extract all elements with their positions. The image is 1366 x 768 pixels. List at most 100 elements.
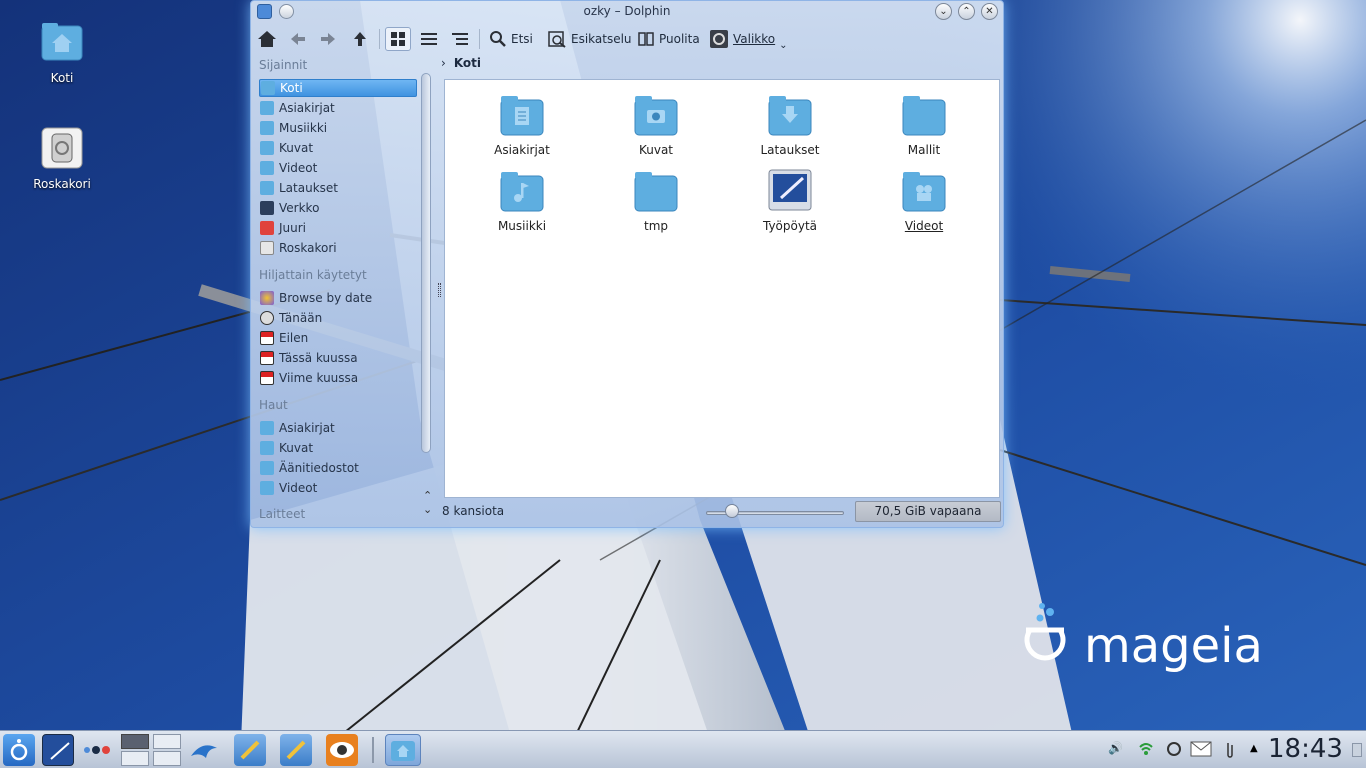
place-item-pictures[interactable]: Kuvat <box>259 139 417 157</box>
folder-item[interactable]: Mallit <box>869 92 979 157</box>
place-item-browse-by-date[interactable]: Browse by date <box>259 289 417 307</box>
documents-folder-icon <box>260 101 274 115</box>
folder-item[interactable]: Asiakirjat <box>467 92 577 157</box>
dolphin-launcher[interactable] <box>188 734 220 766</box>
split-label: Puolita <box>659 32 700 46</box>
volume-icon[interactable]: 🔊 <box>1108 741 1123 755</box>
file-name: Mallit <box>907 143 941 157</box>
preview-button[interactable]: Esikatselu <box>547 27 632 51</box>
screenshot-launcher[interactable] <box>326 734 358 766</box>
place-item-search-documents[interactable]: Asiakirjat <box>259 419 417 437</box>
pager-desktop-1[interactable] <box>121 734 149 749</box>
menu-button[interactable]: Valikko ⌄ <box>709 27 788 51</box>
desktop-icon-trash[interactable]: Roskakori <box>17 126 107 191</box>
search-button[interactable]: Etsi <box>489 27 533 51</box>
zoom-slider-handle[interactable] <box>725 504 739 518</box>
place-item-search-videos[interactable]: Videot <box>259 479 417 497</box>
place-item-search-images[interactable]: Kuvat <box>259 439 417 457</box>
file-name: Työpöytä <box>762 219 818 233</box>
mail-icon[interactable] <box>1190 741 1212 760</box>
compact-view-button[interactable] <box>419 27 439 51</box>
pager-desktop-2[interactable] <box>153 734 181 749</box>
section-header-recent: Hiljattain käytetyt <box>259 268 367 282</box>
folder-item[interactable]: Musiikki <box>467 168 577 233</box>
place-item-yesterday[interactable]: Eilen <box>259 329 417 347</box>
window-titlebar[interactable]: ozky – Dolphin ⌄ ⌃ ✕ <box>251 1 1003 23</box>
folder-item[interactable]: Kuvat <box>601 92 711 157</box>
home-icon <box>258 31 276 47</box>
taskbar-separator <box>372 737 374 763</box>
breadcrumb-arrow-icon: › <box>441 56 446 70</box>
calendar-browse-icon <box>260 291 274 305</box>
downloads-folder-icon <box>260 181 274 195</box>
task-dolphin-window[interactable] <box>385 734 421 766</box>
split-button[interactable]: Puolita <box>637 27 700 51</box>
desktop-icon-home[interactable]: Koti <box>17 20 107 85</box>
pager-desktop-4[interactable] <box>153 751 181 766</box>
chevron-down-icon: ⌄ <box>779 39 788 51</box>
breadcrumb-item-home[interactable]: Koti <box>454 56 481 70</box>
back-button[interactable] <box>289 27 307 51</box>
folder-item[interactable]: Lataukset <box>735 92 845 157</box>
maximize-button[interactable]: ⌃ <box>958 3 975 20</box>
place-item-last-month[interactable]: Viime kuussa <box>259 369 417 387</box>
place-item-downloads[interactable]: Lataukset <box>259 179 417 197</box>
minimize-button[interactable]: ⌄ <box>935 3 952 20</box>
pictures-folder-icon <box>260 141 274 155</box>
clock[interactable]: 18:43 <box>1268 734 1343 764</box>
attachment-icon[interactable] <box>1224 741 1236 762</box>
scroll-down-arrow[interactable]: ⌄ <box>423 503 432 516</box>
place-item-network[interactable]: Verkko <box>259 199 417 217</box>
split-view-icon <box>638 32 654 46</box>
up-button[interactable] <box>351 27 369 51</box>
panel-toolbox-icon[interactable] <box>1352 743 1362 757</box>
show-hidden-icons-arrow[interactable]: ▲ <box>1250 743 1258 754</box>
desktop-icon <box>50 742 70 760</box>
place-item-videos[interactable]: Videot <box>259 159 417 177</box>
music-folder-icon <box>260 461 274 475</box>
place-item-this-month[interactable]: Tässä kuussa <box>259 349 417 367</box>
folder-item[interactable]: tmp <box>601 168 711 233</box>
place-item-search-audio[interactable]: Äänitiedostot <box>259 459 417 477</box>
home-icon <box>261 81 275 95</box>
home-button[interactable] <box>257 27 277 51</box>
places-scrollbar[interactable] <box>421 73 431 453</box>
details-view-button[interactable] <box>450 27 470 51</box>
place-item-music[interactable]: Musiikki <box>259 119 417 137</box>
window-title: ozky – Dolphin <box>583 4 671 18</box>
system-settings-launcher[interactable] <box>234 734 266 766</box>
control-center-launcher[interactable] <box>280 734 312 766</box>
music-folder-icon <box>260 121 274 135</box>
place-item-trash[interactable]: Roskakori <box>259 239 417 257</box>
desktop-icon-label: Koti <box>50 71 74 85</box>
calendar-icon <box>260 331 274 345</box>
place-item-today[interactable]: Tänään <box>259 309 417 327</box>
clipboard-icon[interactable] <box>1166 741 1182 760</box>
place-item-documents[interactable]: Asiakirjat <box>259 99 417 117</box>
icons-view-button[interactable] <box>385 27 411 51</box>
panel-splitter-handle[interactable] <box>438 283 441 297</box>
close-button[interactable]: ✕ <box>981 3 998 20</box>
application-launcher-button[interactable] <box>3 734 35 766</box>
wrench-icon <box>286 740 306 760</box>
file-name: Lataukset <box>760 143 820 157</box>
place-item-home[interactable]: Koti <box>259 79 417 97</box>
file-view[interactable]: Asiakirjat Kuvat Lataukset Mallit Musiik… <box>444 79 1000 498</box>
folder-item[interactable]: Työpöytä <box>735 168 845 233</box>
breadcrumb: › Koti <box>441 56 481 70</box>
show-desktop-button[interactable] <box>42 734 74 766</box>
scroll-up-arrow[interactable]: ⌃ <box>423 489 432 502</box>
forward-button[interactable] <box>319 27 337 51</box>
place-item-root[interactable]: Juuri <box>259 219 417 237</box>
pager-desktop-3[interactable] <box>121 751 149 766</box>
music-folder-icon <box>500 172 544 212</box>
arrow-right-icon <box>321 33 335 45</box>
trash-icon <box>260 241 274 255</box>
status-summary: 8 kansiota <box>442 504 505 518</box>
activity-dots-icon[interactable] <box>82 745 114 755</box>
section-header-locations: Sijainnit <box>259 58 308 72</box>
network-signal-icon[interactable] <box>1138 741 1154 760</box>
pictures-folder-icon <box>260 441 274 455</box>
folder-item[interactable]: Videot <box>869 168 979 233</box>
places-panel: Sijainnit Koti Asiakirjat Musiikki Kuvat… <box>255 55 423 523</box>
